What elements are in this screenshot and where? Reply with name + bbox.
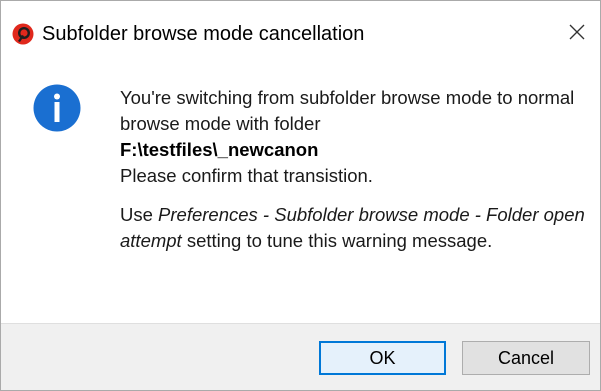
message-line-3: Please confirm that transistion. xyxy=(120,165,373,186)
ok-button[interactable]: OK xyxy=(319,341,446,375)
dialog-content: You're switching from subfolder browse m… xyxy=(1,63,600,323)
title-bar[interactable]: Subfolder browse mode cancellation xyxy=(1,1,600,63)
hint-prefix: Use xyxy=(120,204,159,225)
message-line-1: You're switching from subfolder browse m… xyxy=(120,87,575,134)
app-logo-icon xyxy=(12,23,34,45)
folder-path: F:\testfiles\_newcanon xyxy=(120,139,319,160)
close-button[interactable] xyxy=(554,1,600,63)
message-text: You're switching from subfolder browse m… xyxy=(120,85,590,254)
info-icon xyxy=(33,84,81,132)
hint-suffix: setting to tune this warning message. xyxy=(181,230,493,251)
dialog-window: Subfolder browse mode cancellation You'r… xyxy=(0,0,601,391)
button-bar: OK Cancel xyxy=(1,323,600,390)
window-title: Subfolder browse mode cancellation xyxy=(42,23,365,45)
close-icon xyxy=(569,24,585,40)
message-hint: Use Preferences - Subfolder browse mode … xyxy=(120,202,590,254)
cancel-button[interactable]: Cancel xyxy=(462,341,590,375)
